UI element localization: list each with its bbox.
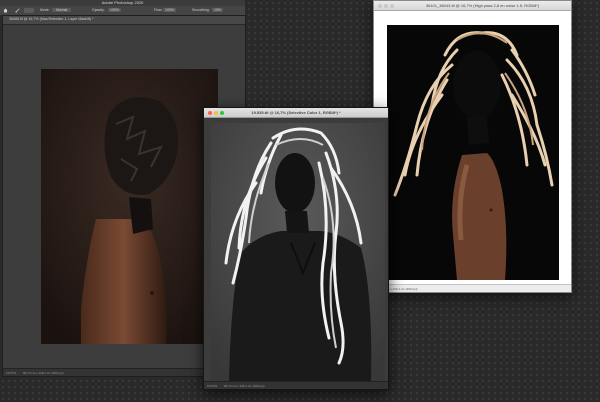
photo-blonde-hair-figure [387, 25, 559, 280]
window-title: 19.535.tif @ 16,7% (Selective Color 1, R… [251, 109, 341, 115]
window-title-bar[interactable]: 36101_36043.tif @ 16,7% (High pass 2,8 e… [374, 1, 571, 11]
opacity-field[interactable]: 100% [108, 8, 121, 12]
document-canvas[interactable] [211, 123, 385, 381]
brush-size-picker[interactable] [24, 8, 34, 13]
flow-label: Flow: [154, 8, 163, 12]
photo-white-hair-figure [211, 123, 385, 381]
close-button[interactable] [378, 3, 382, 8]
document-tab[interactable]: 36085.tif @ 16,7% (Mac/Selection 1, Laye… [3, 16, 245, 25]
status-bar: 16,67% 96,74 cm x 130,1 cm (300 ppi) [204, 381, 388, 389]
zoom-readout[interactable]: 16,67% [6, 371, 16, 375]
document-canvas[interactable] [387, 25, 559, 280]
smoothing-label: Smoothing: [192, 8, 210, 12]
document-window-3[interactable]: 36101_36043.tif @ 16,7% (High pass 2,8 e… [373, 0, 572, 293]
document-window-2[interactable]: 19.535.tif @ 16,7% (Selective Color 1, R… [203, 107, 389, 390]
brush-icon[interactable] [15, 8, 20, 13]
document-size: 96,74 cm x 130,1 cm (300 ppi) [224, 383, 265, 388]
document-canvas[interactable] [41, 69, 218, 344]
document-tab-title: 36085.tif @ 16,7% (Mac/Selection 1, Laye… [9, 17, 94, 21]
document-size: 96,74 cm x 130,1 cm (300 ppi) [23, 370, 64, 375]
mode-label: Mode: [40, 8, 50, 12]
window-title: 36101_36043.tif @ 16,7% (High pass 2,8 e… [425, 2, 540, 8]
smoothing-field[interactable]: 10% [212, 8, 224, 12]
mode-select[interactable]: Normal [52, 8, 72, 12]
opacity-label: Opacity: [92, 8, 105, 12]
minimize-button[interactable] [384, 3, 388, 8]
zoom-readout[interactable]: 16,67% [207, 384, 217, 388]
flow-field[interactable]: 100% [163, 8, 176, 12]
status-bar: 96,74 cm x 130,1 cm (300 ppi) [374, 284, 571, 292]
photo-crumpled-mask-figure [41, 69, 218, 344]
home-icon[interactable] [3, 8, 8, 13]
window-title-bar[interactable]: 19.535.tif @ 16,7% (Selective Color 1, R… [204, 108, 388, 118]
